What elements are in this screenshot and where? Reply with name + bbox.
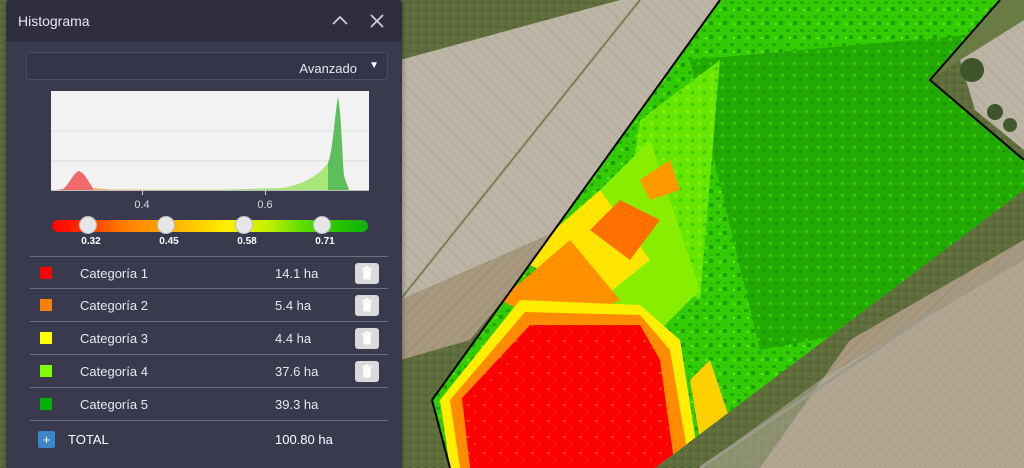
category-name: Categoría 4	[80, 364, 148, 379]
category-area: 14.1 ha	[275, 266, 319, 281]
panel-header: Histograma	[6, 0, 402, 42]
caret-down-icon: ▼	[369, 60, 379, 71]
category-row: Categoría 5 39.3 ha	[30, 388, 388, 421]
mode-select-value: Avanzado	[299, 61, 357, 76]
category-row: Categoría 4 37.6 ha	[30, 355, 388, 388]
category-color-swatch[interactable]	[40, 332, 52, 344]
total-area: 100.80 ha	[275, 432, 333, 447]
trash-icon	[362, 364, 372, 378]
category-area: 39.3 ha	[275, 397, 319, 412]
x-tick-mark	[142, 190, 143, 195]
delete-category-button[interactable]	[355, 361, 379, 382]
category-name: Categoría 1	[80, 266, 148, 281]
category-color-swatch[interactable]	[40, 398, 52, 410]
delete-category-button[interactable]	[355, 263, 379, 284]
category-area: 5.4 ha	[275, 298, 312, 313]
chevron-up-icon[interactable]	[329, 10, 351, 32]
category-area: 37.6 ha	[275, 364, 319, 379]
threshold-label-4: 0.71	[315, 236, 335, 247]
mode-select[interactable]: Avanzado ▼	[26, 52, 388, 80]
category-table: Categoría 1 14.1 ha Categoría 2 5.4 ha C…	[30, 256, 388, 454]
total-label: TOTAL	[68, 432, 109, 447]
threshold-handle-1[interactable]	[79, 216, 97, 234]
threshold-handle-2[interactable]	[157, 216, 175, 234]
trash-icon	[362, 266, 372, 280]
x-tick-label: 0.6	[257, 199, 273, 211]
delete-category-button[interactable]	[355, 295, 379, 316]
trash-icon	[362, 331, 372, 345]
category-area: 4.4 ha	[275, 331, 312, 346]
add-category-button[interactable]: +	[38, 431, 55, 448]
delete-category-button[interactable]	[355, 328, 379, 349]
x-tick-label: 0.4	[134, 199, 150, 211]
threshold-label-2: 0.45	[159, 236, 179, 247]
panel-title: Histograma	[18, 13, 90, 29]
category-color-swatch[interactable]	[40, 299, 52, 311]
category-row: Categoría 3 4.4 ha	[30, 322, 388, 355]
close-icon[interactable]	[366, 10, 388, 32]
histogram-area-category-4	[226, 163, 328, 191]
histogram-panel: Histograma Avanzado ▼ 0.4 0.6 0.32 0.45 …	[6, 0, 402, 468]
threshold-handle-4[interactable]	[313, 216, 331, 234]
category-name: Categoría 2	[80, 298, 148, 313]
histogram-area-category-5	[328, 97, 369, 191]
category-row: Categoría 1 14.1 ha	[30, 256, 388, 289]
category-color-swatch[interactable]	[40, 365, 52, 377]
category-name: Categoría 5	[80, 397, 148, 412]
category-row: Categoría 2 5.4 ha	[30, 289, 388, 322]
threshold-label-1: 0.32	[81, 236, 101, 247]
threshold-handle-3[interactable]	[235, 216, 253, 234]
x-tick-mark	[265, 190, 266, 195]
total-row: + TOTAL 100.80 ha	[30, 421, 388, 454]
category-name: Categoría 3	[80, 331, 148, 346]
histogram-chart	[51, 91, 369, 191]
threshold-label-3: 0.58	[237, 236, 257, 247]
trash-icon	[362, 298, 372, 312]
histogram-area-category-1	[51, 171, 96, 191]
category-color-swatch[interactable]	[40, 267, 52, 279]
